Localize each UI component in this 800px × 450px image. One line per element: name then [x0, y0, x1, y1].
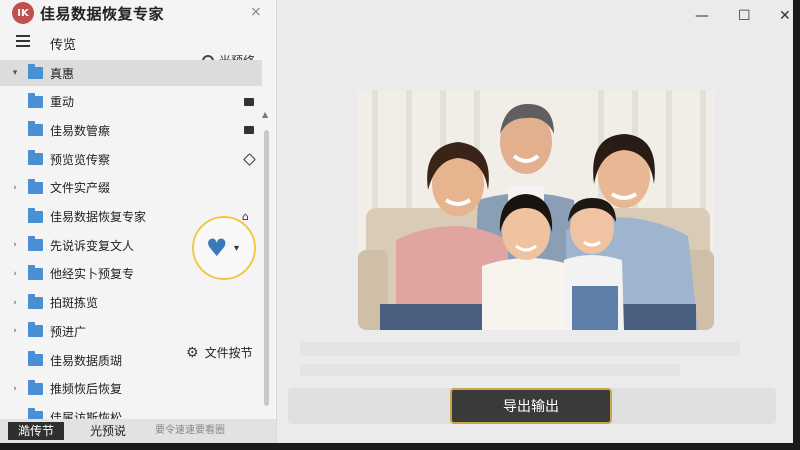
export-button[interactable]: 导出输出 — [450, 388, 612, 424]
pin-icon[interactable]: ⌂ — [242, 210, 249, 223]
minimize-icon[interactable]: — — [695, 8, 709, 24]
tree-item[interactable]: 佳易数管瘵 — [0, 117, 262, 143]
titlebar: IK 佳易数据恢复专家 × — [0, 0, 276, 26]
box-icon[interactable] — [244, 97, 254, 106]
status-text: 要令速速要看圈 — [155, 425, 225, 436]
scroll-thumb[interactable] — [264, 130, 269, 406]
tree-item[interactable]: › 推频恢后恢复 — [0, 376, 262, 402]
app-window: IK 佳易数据恢复专家 × 传览 光预络 ▾真惠重动佳易数管瘵预览览传察›文件实… — [0, 0, 793, 443]
scroll-up-icon[interactable]: ▲ — [262, 110, 268, 119]
chevron-right-icon[interactable]: › — [10, 269, 20, 279]
diamond-icon[interactable] — [243, 152, 256, 166]
tree-item[interactable]: › 预进广 — [0, 318, 262, 344]
photo-preview — [358, 90, 714, 330]
chevron-down-icon[interactable]: ▾ — [234, 243, 239, 254]
tree-item-label: 重动 — [50, 95, 75, 110]
tree-item[interactable]: ▾ 真惠 — [0, 60, 262, 86]
folder-icon — [28, 264, 43, 280]
box-icon[interactable] — [244, 126, 254, 135]
statusbar: 澔传节 光预说 要令速速要看圈 — [0, 419, 276, 443]
pane-close-icon[interactable]: × — [250, 4, 262, 20]
hamburger-menu-icon[interactable] — [16, 35, 30, 47]
tree-item[interactable]: › 拍斑拣览 — [0, 290, 262, 316]
close-icon[interactable]: ✕ — [779, 8, 791, 24]
status-tab-active[interactable]: 澔传节 — [8, 422, 65, 440]
tree-item-label: 先说诉变复文人 — [50, 238, 135, 253]
tree-item-label: 真惠 — [50, 66, 75, 81]
chevron-right-icon[interactable]: › — [10, 384, 20, 394]
folder-icon — [28, 121, 43, 137]
folder-icon — [28, 150, 43, 166]
app-title: 佳易数据恢复专家 — [40, 5, 165, 23]
gear-icon: ⚙ — [186, 344, 199, 361]
left-pane: IK 佳易数据恢复专家 × 传览 光预络 ▾真惠重动佳易数管瘵预览览传察›文件实… — [0, 0, 277, 443]
tree-item-label: 文件实产缀 — [50, 181, 111, 196]
tree-item-label: 拍斑拣览 — [50, 296, 99, 311]
tree-scrollbar[interactable]: ▲ ▼ — [262, 60, 270, 432]
blurred-info-line — [300, 342, 740, 356]
app-logo: IK — [12, 2, 34, 24]
file-settings-button[interactable]: ⚙ 文件按节 — [186, 344, 253, 361]
file-settings-label: 文件按节 — [204, 346, 253, 360]
tree-item[interactable]: 重动 — [0, 89, 262, 115]
tree-item-label: 佳易数管瘵 — [50, 123, 111, 138]
status-tab-preview[interactable]: 光预说 — [90, 422, 126, 440]
tree-item-label: 推频恢后恢复 — [50, 382, 123, 397]
tree-item-label: 预览览传察 — [50, 152, 111, 167]
folder-icon — [28, 207, 43, 223]
folder-icon — [28, 178, 43, 194]
tree-item-label: 预进广 — [50, 324, 87, 339]
chevron-right-icon[interactable]: › — [10, 240, 20, 250]
tree-item-label: 佳易数据恢复专家 — [50, 210, 147, 224]
folder-icon — [28, 64, 43, 79]
heart-icon[interactable]: ♥ — [206, 236, 228, 260]
tree-item-label: 他经实卜预复专 — [50, 267, 135, 282]
toolbar-label[interactable]: 传览 — [50, 34, 76, 53]
blurred-info-line — [300, 364, 680, 376]
tree-item[interactable]: 预览览传察 — [0, 146, 262, 172]
folder-icon — [28, 379, 43, 395]
folder-icon — [28, 293, 43, 309]
tree-item[interactable]: › 文件实产缀 — [0, 175, 262, 201]
chevron-right-icon[interactable]: › — [10, 183, 20, 193]
chevron-right-icon[interactable]: › — [10, 298, 20, 308]
folder-icon — [28, 322, 43, 338]
tree-item-label: 佳易数据质瑚 — [50, 353, 123, 368]
folder-icon — [28, 351, 43, 366]
maximize-icon[interactable]: ☐ — [738, 8, 751, 24]
chevron-right-icon[interactable]: › — [10, 326, 20, 336]
chevron-down-icon[interactable]: ▾ — [10, 68, 20, 78]
folder-icon — [28, 92, 43, 108]
folder-icon — [28, 236, 43, 252]
